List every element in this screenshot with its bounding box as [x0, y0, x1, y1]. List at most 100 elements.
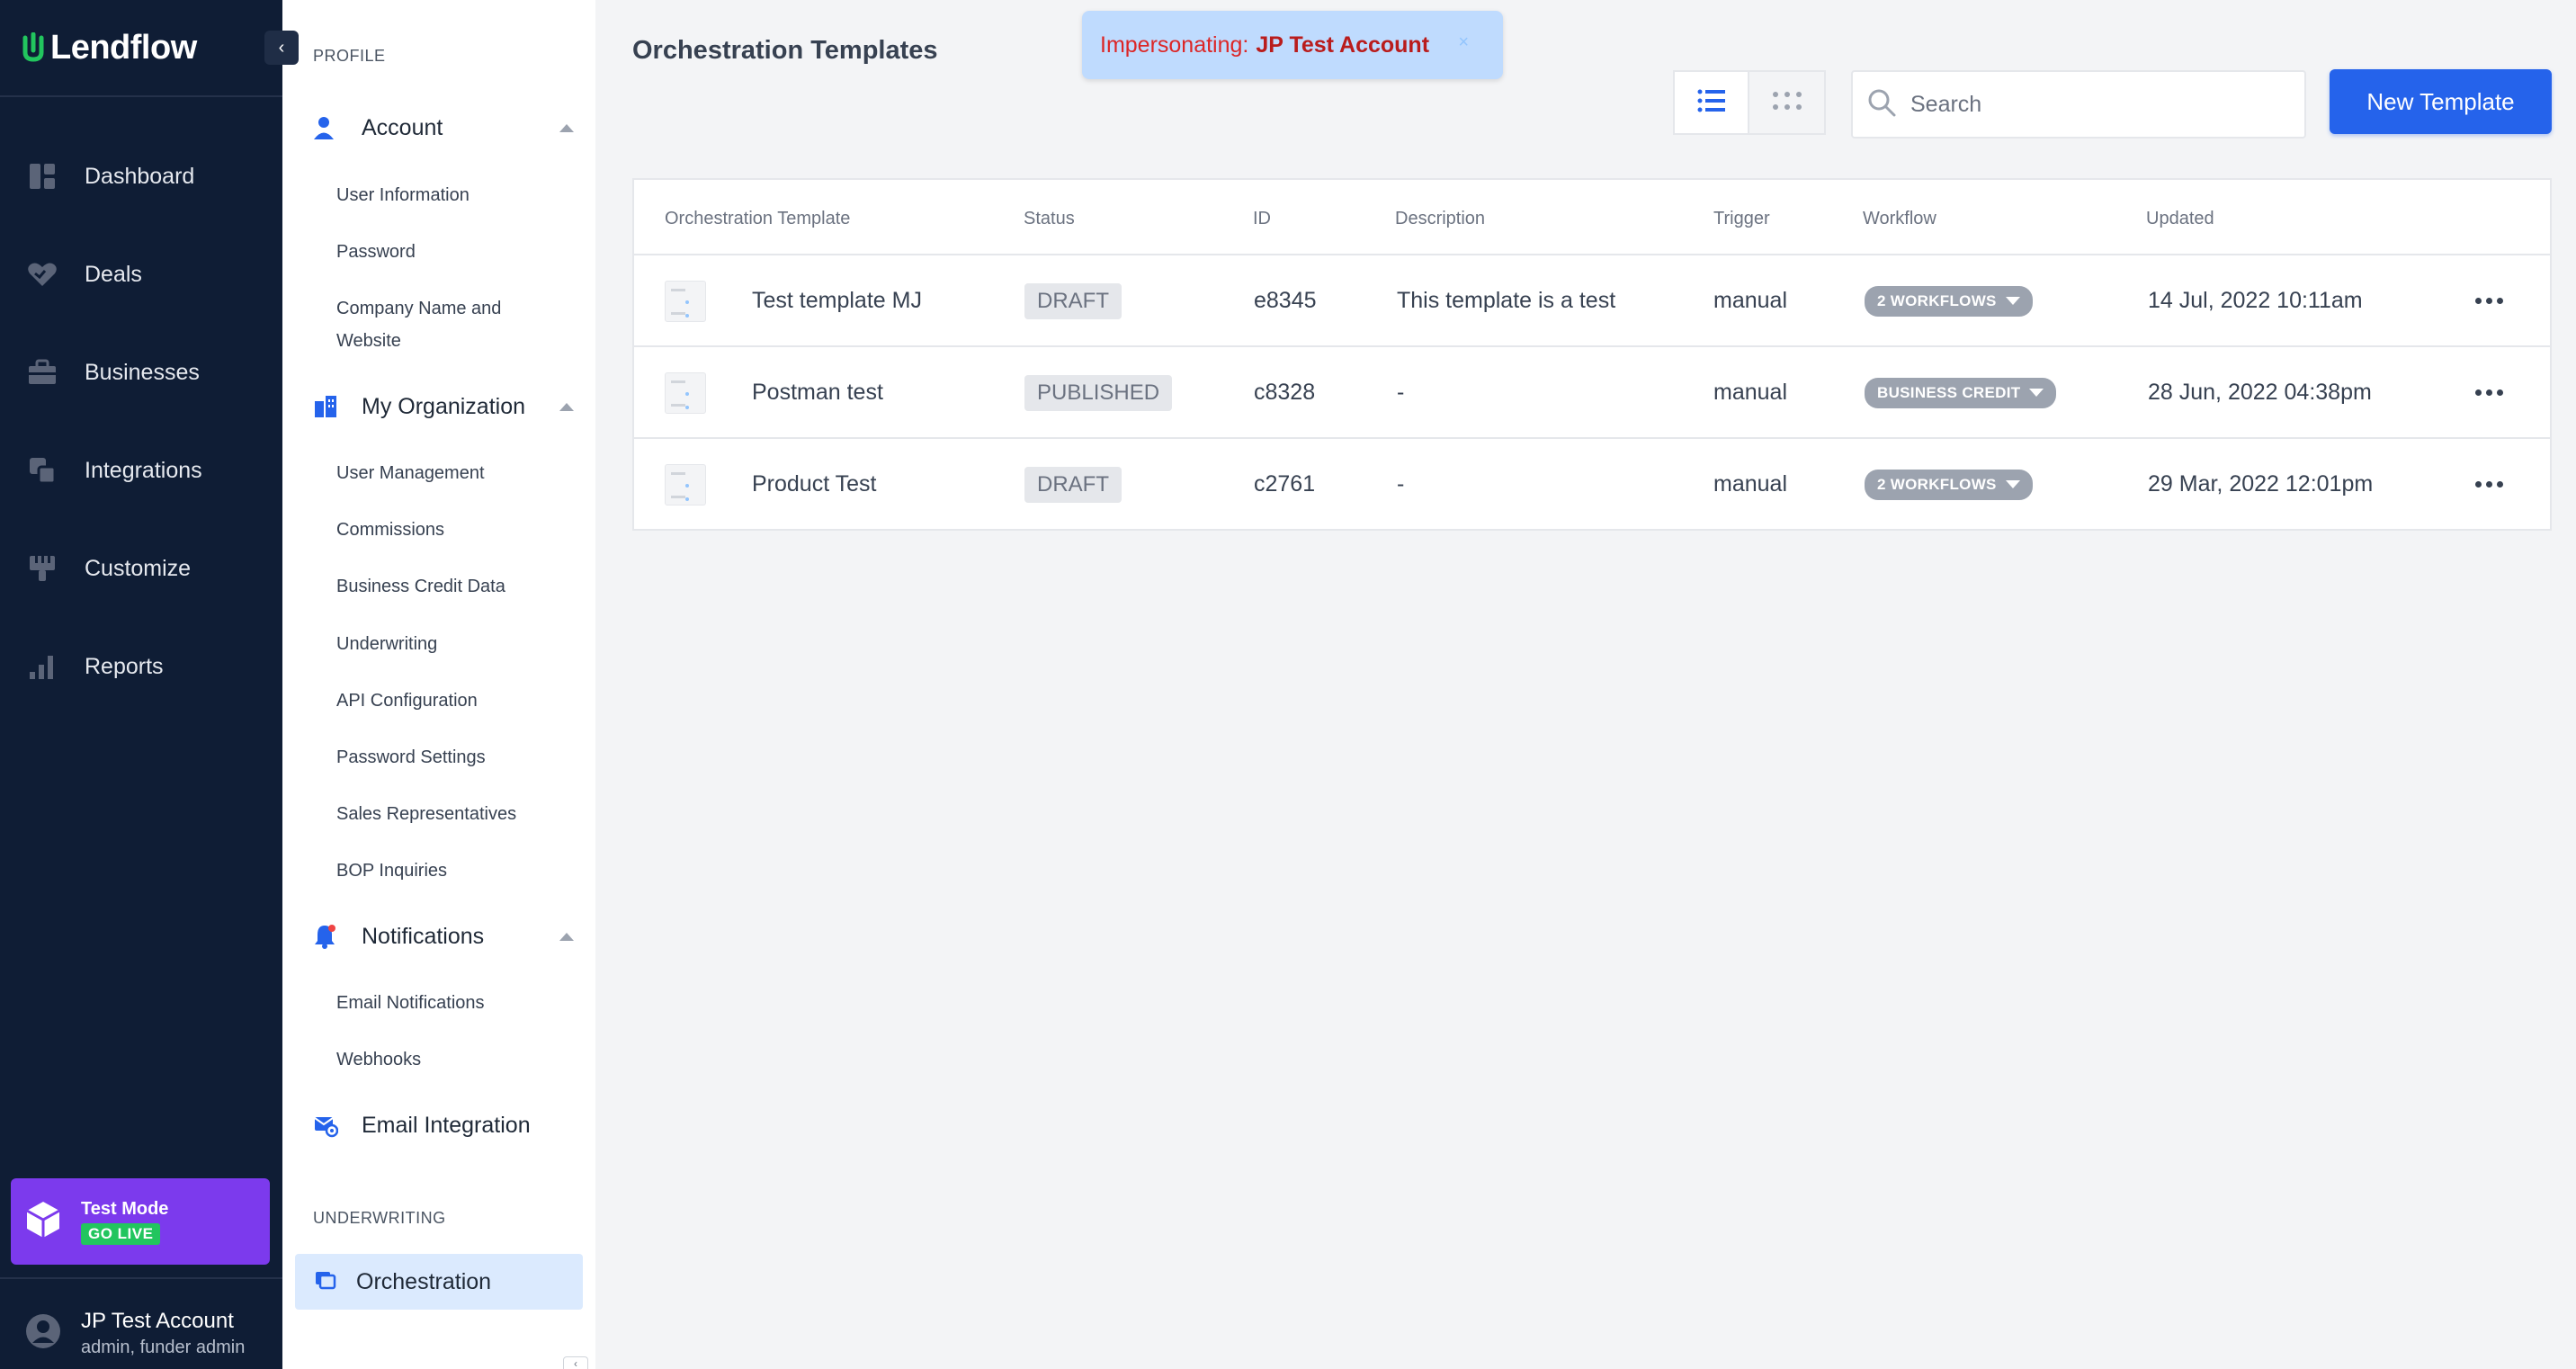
impersonation-account: JP Test Account [1256, 31, 1430, 58]
chevron-up-icon[interactable] [559, 402, 574, 411]
column-header-workflow[interactable]: Workflow [1863, 209, 1936, 229]
avatar [25, 1313, 61, 1354]
settings-item-password-settings[interactable]: Password Settings [336, 741, 552, 774]
nav-item-businesses[interactable]: Businesses [25, 351, 200, 394]
template-trigger: manual [1713, 380, 1787, 405]
deals-icon [25, 257, 59, 291]
nav-label: Deals [85, 261, 142, 287]
nav-item-reports[interactable]: Reports [25, 645, 164, 688]
chevron-up-icon[interactable] [559, 932, 574, 941]
column-header-status[interactable]: Status [1024, 209, 1075, 229]
settings-item-company-name[interactable]: Company Name and Website [336, 292, 534, 357]
workflow-dropdown[interactable]: BUSINESS CREDIT [1865, 347, 2057, 438]
status-badge: PUBLISHED [1024, 347, 1173, 438]
template-updated: 29 Mar, 2022 12:01pm [2148, 471, 2374, 497]
nav-item-deals[interactable]: Deals [25, 253, 142, 296]
settings-item-email-notifications[interactable]: Email Notifications [336, 987, 552, 1019]
more-horizontal-icon [2475, 298, 2503, 304]
template-name[interactable]: Test template MJ [752, 255, 922, 346]
settings-item-sales-representatives[interactable]: Sales Representatives [336, 798, 552, 830]
section-label-profile: PROFILE [313, 47, 386, 65]
row-actions-button[interactable] [2475, 255, 2503, 346]
settings-item-user-information[interactable]: User Information [336, 179, 552, 211]
nav-label: Reports [85, 653, 164, 679]
orchestration-icon [313, 1268, 336, 1296]
template-id: c2761 [1254, 471, 1316, 497]
mail-gear-icon [313, 1113, 342, 1138]
workflow-dropdown[interactable]: 2 WORKFLOWS [1865, 439, 2033, 530]
template-updated: 28 Jun, 2022 04:38pm [2148, 380, 2372, 405]
list-view-button[interactable] [1673, 70, 1749, 135]
settings-item-user-management[interactable]: User Management [336, 457, 552, 489]
chevron-left-icon: ‹ [278, 37, 285, 58]
cube-icon [25, 1200, 61, 1244]
table-row[interactable]: Product Test DRAFT c2761 - manual 2 WORK… [634, 437, 2550, 528]
grid-icon [1772, 91, 1802, 115]
nav-item-dashboard[interactable]: Dashboard [25, 155, 194, 198]
nav-label: Customize [85, 555, 192, 581]
more-horizontal-icon [2475, 481, 2503, 488]
collapse-nav-button[interactable]: ‹ [264, 31, 299, 65]
search-box [1851, 70, 2306, 139]
template-trigger: manual [1713, 471, 1787, 497]
template-name[interactable]: Product Test [752, 439, 877, 530]
column-header-id[interactable]: ID [1253, 209, 1271, 229]
settings-item-api-configuration[interactable]: API Configuration [336, 684, 552, 717]
group-my-organization[interactable]: My Organization [313, 387, 574, 426]
settings-item-underwriting[interactable]: Underwriting [336, 628, 552, 660]
column-header-trigger[interactable]: Trigger [1713, 209, 1770, 229]
template-thumbnail [665, 255, 706, 346]
view-toggle [1673, 70, 1826, 135]
close-icon[interactable]: × [1458, 32, 1469, 53]
user-role: admin, funder admin [81, 1338, 246, 1357]
settings-item-orchestration[interactable]: Orchestration [295, 1254, 583, 1310]
nav-item-customize[interactable]: Customize [25, 547, 191, 590]
settings-item-business-credit-data[interactable]: Business Credit Data [336, 570, 552, 603]
test-mode-title: Test Mode [81, 1198, 169, 1219]
nav-item-integrations[interactable]: Integrations [25, 449, 202, 492]
go-live-badge[interactable]: GO LIVE [81, 1222, 161, 1245]
workflow-dropdown[interactable]: 2 WORKFLOWS [1865, 255, 2033, 346]
status-label: PUBLISHED [1024, 374, 1173, 411]
new-template-button[interactable]: New Template [2330, 69, 2552, 134]
impersonation-banner: Impersonating: JP Test Account × [1082, 11, 1503, 79]
settings-item-commissions[interactable]: Commissions [336, 514, 552, 546]
template-description: - [1397, 471, 1405, 497]
test-mode-card[interactable]: Test Mode GO LIVE [11, 1178, 270, 1265]
logo[interactable]: Lendflow [22, 27, 197, 68]
template-updated: 14 Jul, 2022 10:11am [2148, 288, 2363, 313]
group-notifications[interactable]: Notifications [313, 917, 574, 956]
column-header-description[interactable]: Description [1395, 209, 1485, 229]
column-header-template[interactable]: Orchestration Template [665, 209, 850, 229]
more-horizontal-icon [2475, 389, 2503, 396]
grid-view-button[interactable] [1749, 70, 1826, 135]
scroll-left-button[interactable]: ‹ [563, 1356, 588, 1369]
column-header-updated[interactable]: Updated [2146, 209, 2214, 229]
table-row[interactable]: Test template MJ DRAFT e8345 This templa… [634, 254, 2550, 344]
row-actions-button[interactable] [2475, 439, 2503, 530]
settings-item-webhooks[interactable]: Webhooks [336, 1043, 552, 1076]
row-actions-button[interactable] [2475, 347, 2503, 438]
template-description: This template is a test [1397, 288, 1616, 313]
group-label: Orchestration [356, 1268, 492, 1294]
user-icon [313, 115, 342, 140]
template-trigger: manual [1713, 288, 1787, 313]
table-row[interactable]: Postman test PUBLISHED c8328 - manual BU… [634, 345, 2550, 436]
workflow-label: 2 WORKFLOWS [1877, 291, 1997, 309]
search-input[interactable] [1910, 91, 2288, 118]
settings-sidebar: PROFILE Account User Information Passwor… [282, 0, 595, 1369]
divider [0, 95, 282, 97]
divider [0, 1277, 282, 1279]
settings-item-bop-inquiries[interactable]: BOP Inquiries [336, 855, 552, 887]
template-name[interactable]: Postman test [752, 347, 883, 438]
group-account[interactable]: Account [313, 108, 574, 148]
chevron-down-icon [2005, 480, 2020, 488]
chevron-up-icon[interactable] [559, 123, 574, 132]
page-title: Orchestration Templates [632, 36, 938, 65]
settings-item-password[interactable]: Password [336, 236, 552, 268]
section-label-underwriting: UNDERWRITING [313, 1209, 446, 1227]
briefcase-icon [25, 355, 59, 389]
template-thumbnail [665, 439, 706, 530]
group-email-integration[interactable]: Email Integration [313, 1105, 574, 1145]
user-profile[interactable]: JP Test Account admin, funder admin [25, 1309, 245, 1358]
